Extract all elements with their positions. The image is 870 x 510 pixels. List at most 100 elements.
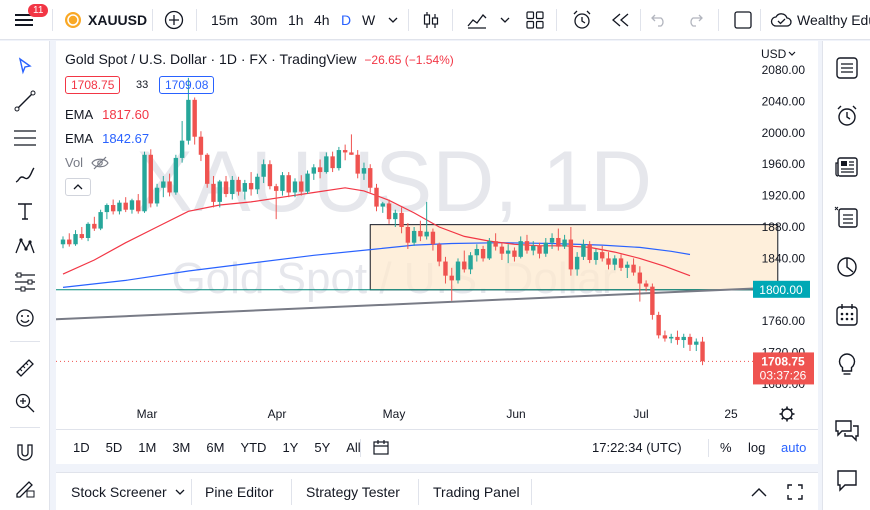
alert-button[interactable] [571,0,593,40]
maximize-panel-button[interactable] [786,473,804,510]
lock-drawing-tool[interactable] [10,473,40,503]
range-all[interactable]: All [346,440,360,455]
expand-panel-button[interactable] [750,473,768,510]
interval-dropdown[interactable] [388,0,398,40]
chart-type-button[interactable] [421,0,441,40]
range-5y[interactable]: 5Y [314,440,330,455]
utc-clock[interactable]: 17:22:34 (UTC) [592,430,682,465]
data-window-button[interactable] [832,252,862,282]
indicators-button[interactable] [466,0,488,40]
text-tool[interactable] [10,196,40,226]
interval-4h[interactable]: 4h [314,0,330,40]
candle-body [405,227,411,243]
interval-1h[interactable]: 1h [288,0,304,40]
streams-button[interactable] [832,465,862,495]
watchlist-button[interactable] [832,53,862,83]
interval-30m[interactable]: 30m [250,0,277,40]
range-6m[interactable]: 6M [206,440,224,455]
chats-button[interactable] [832,415,862,445]
percent-toggle[interactable]: % [720,430,732,465]
range-5d[interactable]: 5D [106,440,123,455]
measure-tool[interactable] [10,353,40,383]
ema-fast-legend[interactable]: EMA 1817.60 [65,107,149,122]
range-1d[interactable]: 1D [73,440,90,455]
candle-body [386,203,392,220]
auto-toggle[interactable]: auto [781,430,806,465]
price-tick-label: 1840.00 [762,251,806,265]
symbol-search[interactable]: XAUUSD [64,0,147,40]
replay-button[interactable] [610,0,632,40]
log-toggle[interactable]: log [748,430,765,465]
interval-15m[interactable]: 15m [211,0,238,40]
trendline-tool[interactable] [10,86,40,116]
candle-body [449,275,454,281]
chart-pane[interactable]: XAUUSD, 1D Gold Spot / U.S. Dollar 2080.… [12,41,818,465]
sell-button[interactable]: 1708.75 [65,76,121,94]
interval-label: 15m [211,12,239,28]
pattern-tool[interactable] [10,231,40,261]
chart-legend: Gold Spot / U.S. Dollar · 1D · FX · Trad… [65,51,454,67]
candle-body [487,241,492,259]
fib-tool[interactable] [10,123,40,153]
forecast-tool[interactable] [10,267,40,297]
volume-legend[interactable]: Vol [65,155,109,170]
undo-button[interactable] [650,0,668,40]
zoom-tool[interactable] [10,388,40,418]
candle-body [173,157,179,193]
candle-body [60,239,66,245]
alerts-panel-button[interactable] [832,101,862,131]
plus-circle-icon [164,10,184,30]
gear-tooth [781,416,785,420]
vol-label: Vol [65,155,84,170]
range-ytd[interactable]: YTD [240,440,266,455]
pie-gauge-icon [837,257,857,277]
zoom-in-icon [15,393,35,413]
candle-body [462,261,467,270]
candle [85,222,91,242]
interval-label: 30m [250,12,278,28]
trading-panel-tab[interactable]: Trading Panel [433,473,520,510]
settings-gear-icon[interactable] [779,406,795,422]
range-1m[interactable]: 1M [138,440,156,455]
time-axis[interactable]: Mar Apr May Jun Jul 25 [137,406,795,422]
interval-w[interactable]: W [362,0,375,40]
fullscreen-select-button[interactable] [733,0,753,40]
interval-d[interactable]: D [341,0,351,40]
layouts-button[interactable] [525,0,545,40]
news-button[interactable] [832,152,862,182]
account-button[interactable]: Wealthy Edu [770,0,870,40]
candle-body [92,223,97,229]
currency-selector[interactable]: USD [761,47,796,61]
redo-button[interactable] [686,0,704,40]
price-tick-label: 2000.00 [762,126,806,140]
candle [148,149,153,208]
compare-button[interactable] [164,0,184,40]
cursor-tool[interactable] [10,51,40,81]
range-3m[interactable]: 3M [172,440,190,455]
range-1y[interactable]: 1Y [282,440,298,455]
hotlist-button[interactable] [832,202,862,232]
candle-body [700,341,705,362]
price-chart[interactable]: XAUUSD, 1D Gold Spot / U.S. Dollar 2080.… [12,41,818,464]
candle-body [625,264,630,268]
magnet-tool[interactable] [10,437,40,467]
pine-editor-tab[interactable]: Pine Editor [205,473,273,510]
price-axis[interactable]: 2080.00 2040.00 2000.00 1960.00 1920.00 1880.… [753,63,814,391]
collapse-legend-button[interactable] [65,178,91,196]
price-tick-label: 1960.00 [762,157,806,171]
stock-screener-tab[interactable]: Stock Screener [71,473,185,510]
indicators-dropdown[interactable] [500,0,510,40]
pencil-lock-icon [16,481,35,498]
strategy-tester-tab[interactable]: Strategy Tester [306,473,400,510]
brush-tool[interactable] [10,160,40,190]
buy-button[interactable]: 1709.08 [159,76,215,94]
candle-body [593,252,599,260]
candle-body [311,167,316,174]
emoji-tool[interactable] [10,303,40,333]
calendar-button[interactable] [832,300,862,330]
time-tick-label: May [383,407,406,421]
ideas-button[interactable] [832,350,862,380]
goto-date-button[interactable] [372,438,390,459]
ema-slow-legend[interactable]: EMA 1842.67 [65,131,149,146]
candle [668,333,674,344]
